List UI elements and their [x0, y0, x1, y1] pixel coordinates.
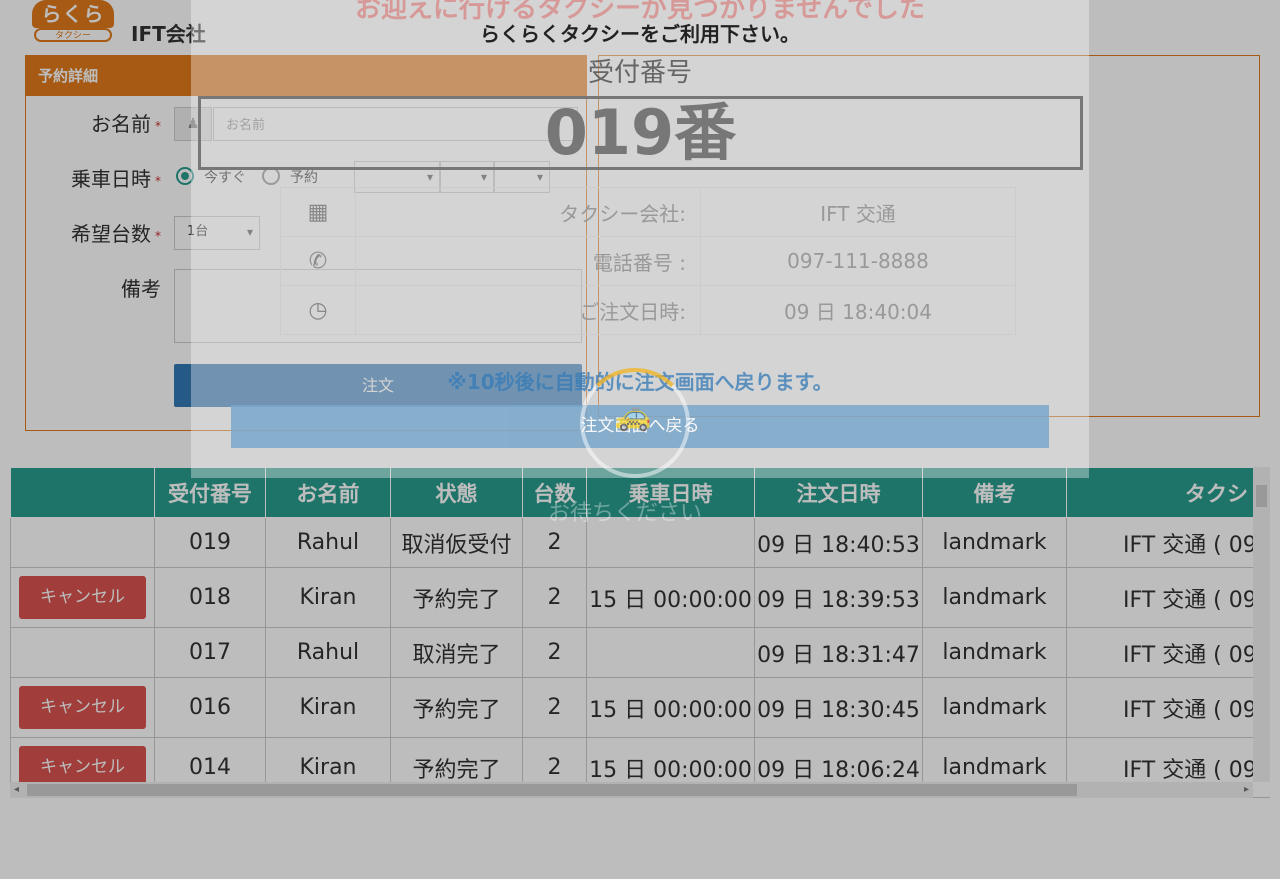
- order-info-row: ◷ ご注文日時: 09 日 18:40:04: [280, 285, 1016, 335]
- info-label: 電話番号 :: [355, 236, 701, 286]
- order-info-row: ▦ タクシー会社: IFT 交通: [280, 187, 1016, 237]
- suggestion-message: らくらくタクシーをご利用下さい。: [480, 22, 800, 46]
- info-label: タクシー会社:: [355, 187, 701, 237]
- wait-message: お待ちください: [548, 501, 703, 526]
- taxi-icon: 🚕: [614, 398, 652, 433]
- info-value: 097-111-8888: [700, 236, 1016, 286]
- order-info-table: ▦ タクシー会社: IFT 交通 ✆ 電話番号 :097-111-8888 ◷ ご注文日時:…: [280, 187, 1016, 335]
- order-info-row: ✆ 電話番号 :097-111-8888: [280, 236, 1016, 286]
- reception-number: 019番: [198, 96, 1083, 170]
- phone-icon: ✆: [280, 236, 356, 286]
- info-value: 09 日 18:40:04: [700, 285, 1016, 335]
- clock-icon: ◷: [280, 285, 356, 335]
- reception-number-label: 受付番号: [587, 58, 692, 88]
- loading-spinner: 🚕: [580, 368, 690, 478]
- info-value: IFT 交通: [700, 187, 1016, 237]
- info-label: ご注文日時:: [355, 285, 701, 335]
- building-icon: ▦: [280, 187, 356, 237]
